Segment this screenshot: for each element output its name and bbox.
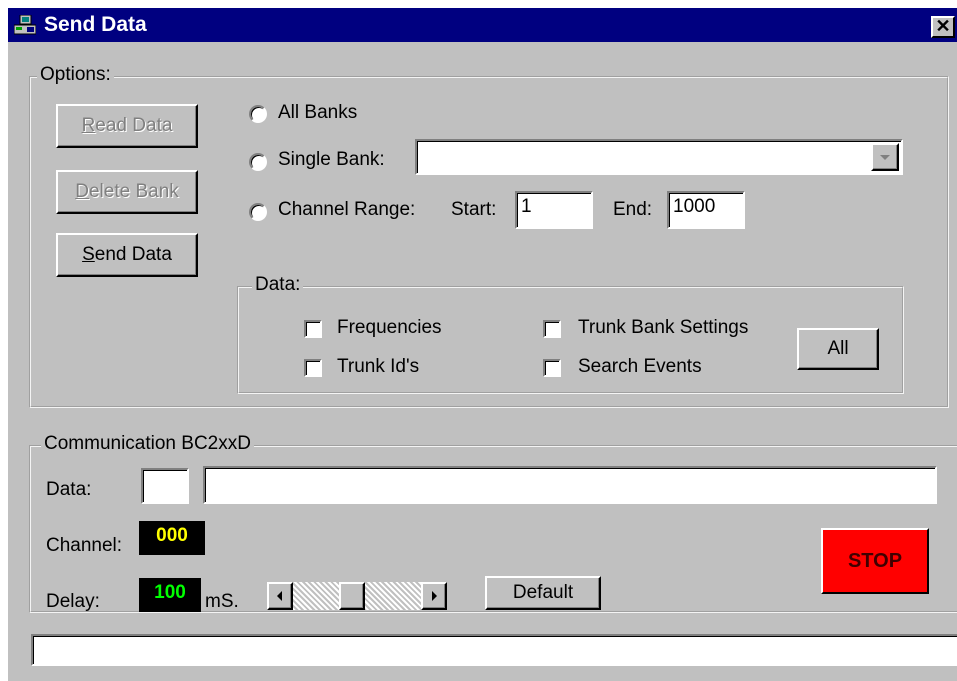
title-bar[interactable]: Send Data ✕ [8, 8, 957, 42]
read-data-button[interactable]: Read Data [56, 104, 198, 148]
channel-range-label[interactable]: Channel Range: [278, 199, 415, 221]
communication-legend: Communication BC2xxD [41, 433, 254, 455]
delay-label: Delay: [46, 591, 100, 612]
all-button[interactable]: All [797, 328, 879, 370]
channel-range-radio[interactable] [249, 203, 267, 221]
trunk-ids-label[interactable]: Trunk Id's [337, 356, 419, 378]
data-legend: Data: [252, 274, 304, 296]
start-label: Start: [451, 199, 497, 220]
trunk-ids-checkbox[interactable] [304, 359, 322, 377]
search-events-label[interactable]: Search Events [578, 356, 702, 378]
delay-display: 100 [139, 578, 201, 612]
arrow-left-icon [269, 591, 291, 613]
arrow-right-icon [423, 591, 445, 613]
end-label: End: [613, 199, 653, 220]
data-small-field [141, 468, 189, 504]
delay-slider[interactable] [267, 582, 447, 610]
start-input[interactable]: 1 [515, 191, 593, 229]
slider-thumb[interactable] [338, 582, 365, 610]
close-icon: ✕ [935, 16, 951, 36]
chevron-down-icon [873, 153, 897, 174]
status-bar [31, 634, 957, 666]
data-label: Data: [46, 479, 92, 500]
stop-button[interactable]: STOP [821, 528, 929, 594]
single-bank-select[interactable] [415, 139, 903, 175]
channel-label: Channel: [46, 535, 123, 556]
send-data-window: Send Data ✕ Options: Read Data Delete Ba… [8, 8, 957, 681]
frequencies-checkbox[interactable] [304, 320, 322, 338]
data-field [203, 466, 937, 504]
trunk-bank-settings-checkbox[interactable] [543, 320, 561, 338]
end-input[interactable]: 1000 [667, 191, 745, 229]
all-banks-label[interactable]: All Banks [278, 102, 357, 124]
single-bank-dropdown-button[interactable] [871, 143, 899, 171]
trunk-bank-settings-label[interactable]: Trunk Bank Settings [578, 317, 748, 339]
send-data-button[interactable]: Send Data [56, 233, 198, 277]
all-banks-radio[interactable] [249, 105, 267, 123]
frequencies-label[interactable]: Frequencies [337, 317, 442, 339]
window-title: Send Data [44, 13, 147, 36]
search-events-checkbox[interactable] [543, 359, 561, 377]
delay-unit: mS. [205, 591, 239, 612]
single-bank-label[interactable]: Single Bank: [278, 149, 385, 171]
channel-display: 000 [139, 521, 205, 555]
slider-left-button[interactable] [267, 582, 293, 610]
delete-bank-button[interactable]: Delete Bank [56, 170, 198, 214]
options-legend: Options: [37, 64, 114, 86]
default-button[interactable]: Default [485, 576, 601, 610]
single-bank-radio[interactable] [249, 153, 267, 171]
close-button[interactable]: ✕ [931, 16, 955, 38]
app-icon [13, 14, 37, 35]
slider-right-button[interactable] [421, 582, 447, 610]
